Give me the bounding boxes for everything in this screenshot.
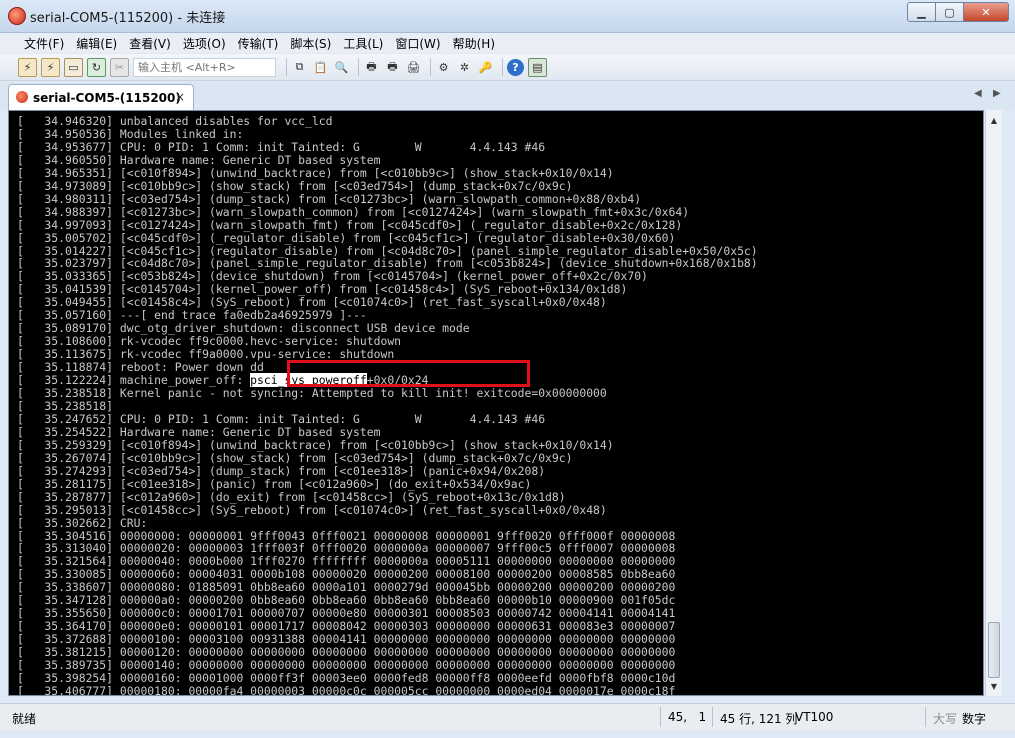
terminal-line: [ 35.281175] [<c01ee318>] (panic) from [… xyxy=(17,476,532,491)
menu-file[interactable]: 文件(F) xyxy=(18,35,70,52)
connect-icon[interactable]: ⚡ xyxy=(18,57,37,77)
reconnect-icon[interactable]: ↻ xyxy=(87,57,106,77)
app-icon xyxy=(8,7,26,25)
status-terminal-size: 45 行, 121 列 xyxy=(720,712,798,726)
menu-window[interactable]: 窗口(W) xyxy=(389,35,446,52)
menu-bar: 文件(F) 编辑(E) 查看(V) 选项(O) 传输(T) 脚本(S) 工具(L… xyxy=(0,33,1015,53)
terminal-line: [ 35.287877] [<c012a960>] (do_exit) from… xyxy=(17,489,566,504)
session-options-icon[interactable]: ⚙ xyxy=(435,59,452,76)
toolbar-separator xyxy=(502,58,503,76)
tab-scroll-left-icon[interactable]: ◀ xyxy=(974,88,982,99)
global-options-icon[interactable]: ✲ xyxy=(456,59,473,76)
print-setup-icon[interactable]: 🖶 xyxy=(363,59,380,76)
toolbar-separator xyxy=(286,58,287,76)
status-divider xyxy=(712,707,713,727)
terminal-line: [ 34.960550] Hardware name: Generic DT b… xyxy=(17,152,381,167)
terminal-output[interactable]: [ 34.946320] unbalanced disables for vcc… xyxy=(8,110,984,696)
close-button[interactable]: ✕ xyxy=(964,2,1009,22)
host-input[interactable] xyxy=(133,57,276,77)
disconnect-icon[interactable]: ✂ xyxy=(110,57,129,77)
copy-icon[interactable]: ⧉ xyxy=(291,59,308,76)
sftp-icon[interactable]: ▤ xyxy=(528,57,547,77)
menu-edit[interactable]: 编辑(E) xyxy=(70,35,123,52)
status-cursor-position: 45, 1 xyxy=(668,710,707,724)
terminal-line: [ 35.302662] CRU: xyxy=(17,515,148,530)
title-bar: serial-COM5-(115200) - 未连接 ▁ ▢ ✕ xyxy=(0,0,1015,33)
terminal-line: [ 35.274293] [<c03ed754>] (dump_stack) f… xyxy=(17,463,546,478)
tab-bar: serial-COM5-(115200) × ◀ ▶ xyxy=(0,82,1015,110)
key-icon[interactable]: 🔑 xyxy=(477,59,494,76)
terminal-line: [ 35.259329] [<c010f894>] (unwind_backtr… xyxy=(17,437,614,452)
terminal-line: [ 34.973089] [<c010bb9c>] (show_stack) f… xyxy=(17,178,573,193)
terminal-line-prefix: [ 35.122224] machine_power_off: xyxy=(17,373,251,388)
terminal-line: [ 35.238518] Kernel panic - not syncing:… xyxy=(17,386,607,401)
terminal-line: [ 35.267074] [<c010bb9c>] (show_stack) f… xyxy=(17,450,573,465)
terminal-line: [ 35.238518] xyxy=(17,398,114,413)
status-divider xyxy=(660,707,661,727)
toolbar-separator xyxy=(430,58,431,76)
menu-transfer[interactable]: 传输(T) xyxy=(232,35,285,52)
terminal-line: [ 34.980311] [<c03ed754>] (dump_stack) f… xyxy=(17,191,642,206)
print-selection-icon[interactable]: 🖶 xyxy=(384,59,401,76)
status-caps-lock: 大写 xyxy=(933,712,958,726)
terminal-line: [ 35.295013] [<c01458cc>] (SyS_reboot) f… xyxy=(17,502,607,517)
minimize-button[interactable]: ▁ xyxy=(907,2,936,22)
scroll-down-icon[interactable]: ▼ xyxy=(986,678,1002,694)
toolbar: ⚡ ⚡ ▭ ↻ ✂ ⧉ 📋 🔍 🖶 🖶 🖨 ⚙ ✲ 🔑 ? ▤ xyxy=(0,54,1015,81)
session-status-icon xyxy=(16,91,28,103)
terminal-line: [ 34.953677] CPU: 0 PID: 1 Comm: init Ta… xyxy=(17,139,546,154)
tab-close-icon[interactable]: × xyxy=(175,90,185,104)
terminal-line: [ 35.406777] 00000180: 00000fa4 00000003… xyxy=(17,683,676,696)
scroll-thumb[interactable] xyxy=(988,622,1000,678)
terminal-line: [ 34.997093] [<c0127424>] (warn_slowpath… xyxy=(17,217,683,232)
menu-options[interactable]: 选项(O) xyxy=(177,35,232,52)
selected-text: psci_sys_poweroff xyxy=(250,373,367,388)
maximize-button[interactable]: ▢ xyxy=(936,2,964,22)
tab-serial-com5[interactable]: serial-COM5-(115200) × xyxy=(8,84,194,110)
status-terminal-type: VT100 xyxy=(795,710,834,724)
terminal-line: [ 34.950536] Modules linked in: xyxy=(17,126,244,141)
status-bar: 就绪 45, 1 45 行, 121 列 VT100 大写 数字 xyxy=(0,703,1015,730)
status-ready: 就绪 xyxy=(12,712,37,726)
quick-connect-icon[interactable]: ⚡ xyxy=(41,57,60,77)
toolbar-separator xyxy=(358,58,359,76)
terminal-line: [ 35.398254] 00000160: 00001000 0000ff3f… xyxy=(17,670,676,685)
vertical-scrollbar[interactable]: ▲ ▼ xyxy=(985,110,1002,696)
tab-scroll-right-icon[interactable]: ▶ xyxy=(993,88,1001,99)
find-icon[interactable]: 🔍 xyxy=(333,59,350,76)
terminal-line: [ 34.946320] unbalanced disables for vcc… xyxy=(17,114,333,128)
terminal-line: [ 35.005702] [<c045cdf0>] (_regulator_di… xyxy=(17,230,676,245)
terminal-line: [ 35.254522] Hardware name: Generic DT b… xyxy=(17,424,381,439)
tab-label: serial-COM5-(115200) xyxy=(33,91,181,105)
window-controls: ▁ ▢ ✕ xyxy=(907,2,1009,22)
status-divider xyxy=(925,707,926,727)
paste-icon[interactable]: 📋 xyxy=(312,59,329,76)
menu-tools[interactable]: 工具(L) xyxy=(337,35,389,52)
terminal-line: [ 35.247652] CPU: 0 PID: 1 Comm: init Ta… xyxy=(17,411,546,426)
terminal-line: [ 34.965351] [<c010f894>] (unwind_backtr… xyxy=(17,165,614,180)
menu-view[interactable]: 查看(V) xyxy=(123,35,177,52)
terminal-line-suffix: +0x0/0x24 xyxy=(366,373,429,388)
connect-tab-icon[interactable]: ▭ xyxy=(64,57,83,77)
print-icon[interactable]: 🖨 xyxy=(405,59,422,76)
terminal-lines: [ 34.946320] unbalanced disables for vcc… xyxy=(9,111,983,696)
terminal-line: [ 34.988397] [<c01273bc>] (warn_slowpath… xyxy=(17,204,690,219)
window-title: serial-COM5-(115200) - 未连接 xyxy=(30,11,226,26)
status-num-lock: 数字 xyxy=(962,712,987,726)
scroll-up-icon[interactable]: ▲ xyxy=(986,112,1002,128)
help-icon[interactable]: ? xyxy=(507,58,524,76)
menu-help[interactable]: 帮助(H) xyxy=(447,35,501,52)
menu-script[interactable]: 脚本(S) xyxy=(284,35,337,52)
